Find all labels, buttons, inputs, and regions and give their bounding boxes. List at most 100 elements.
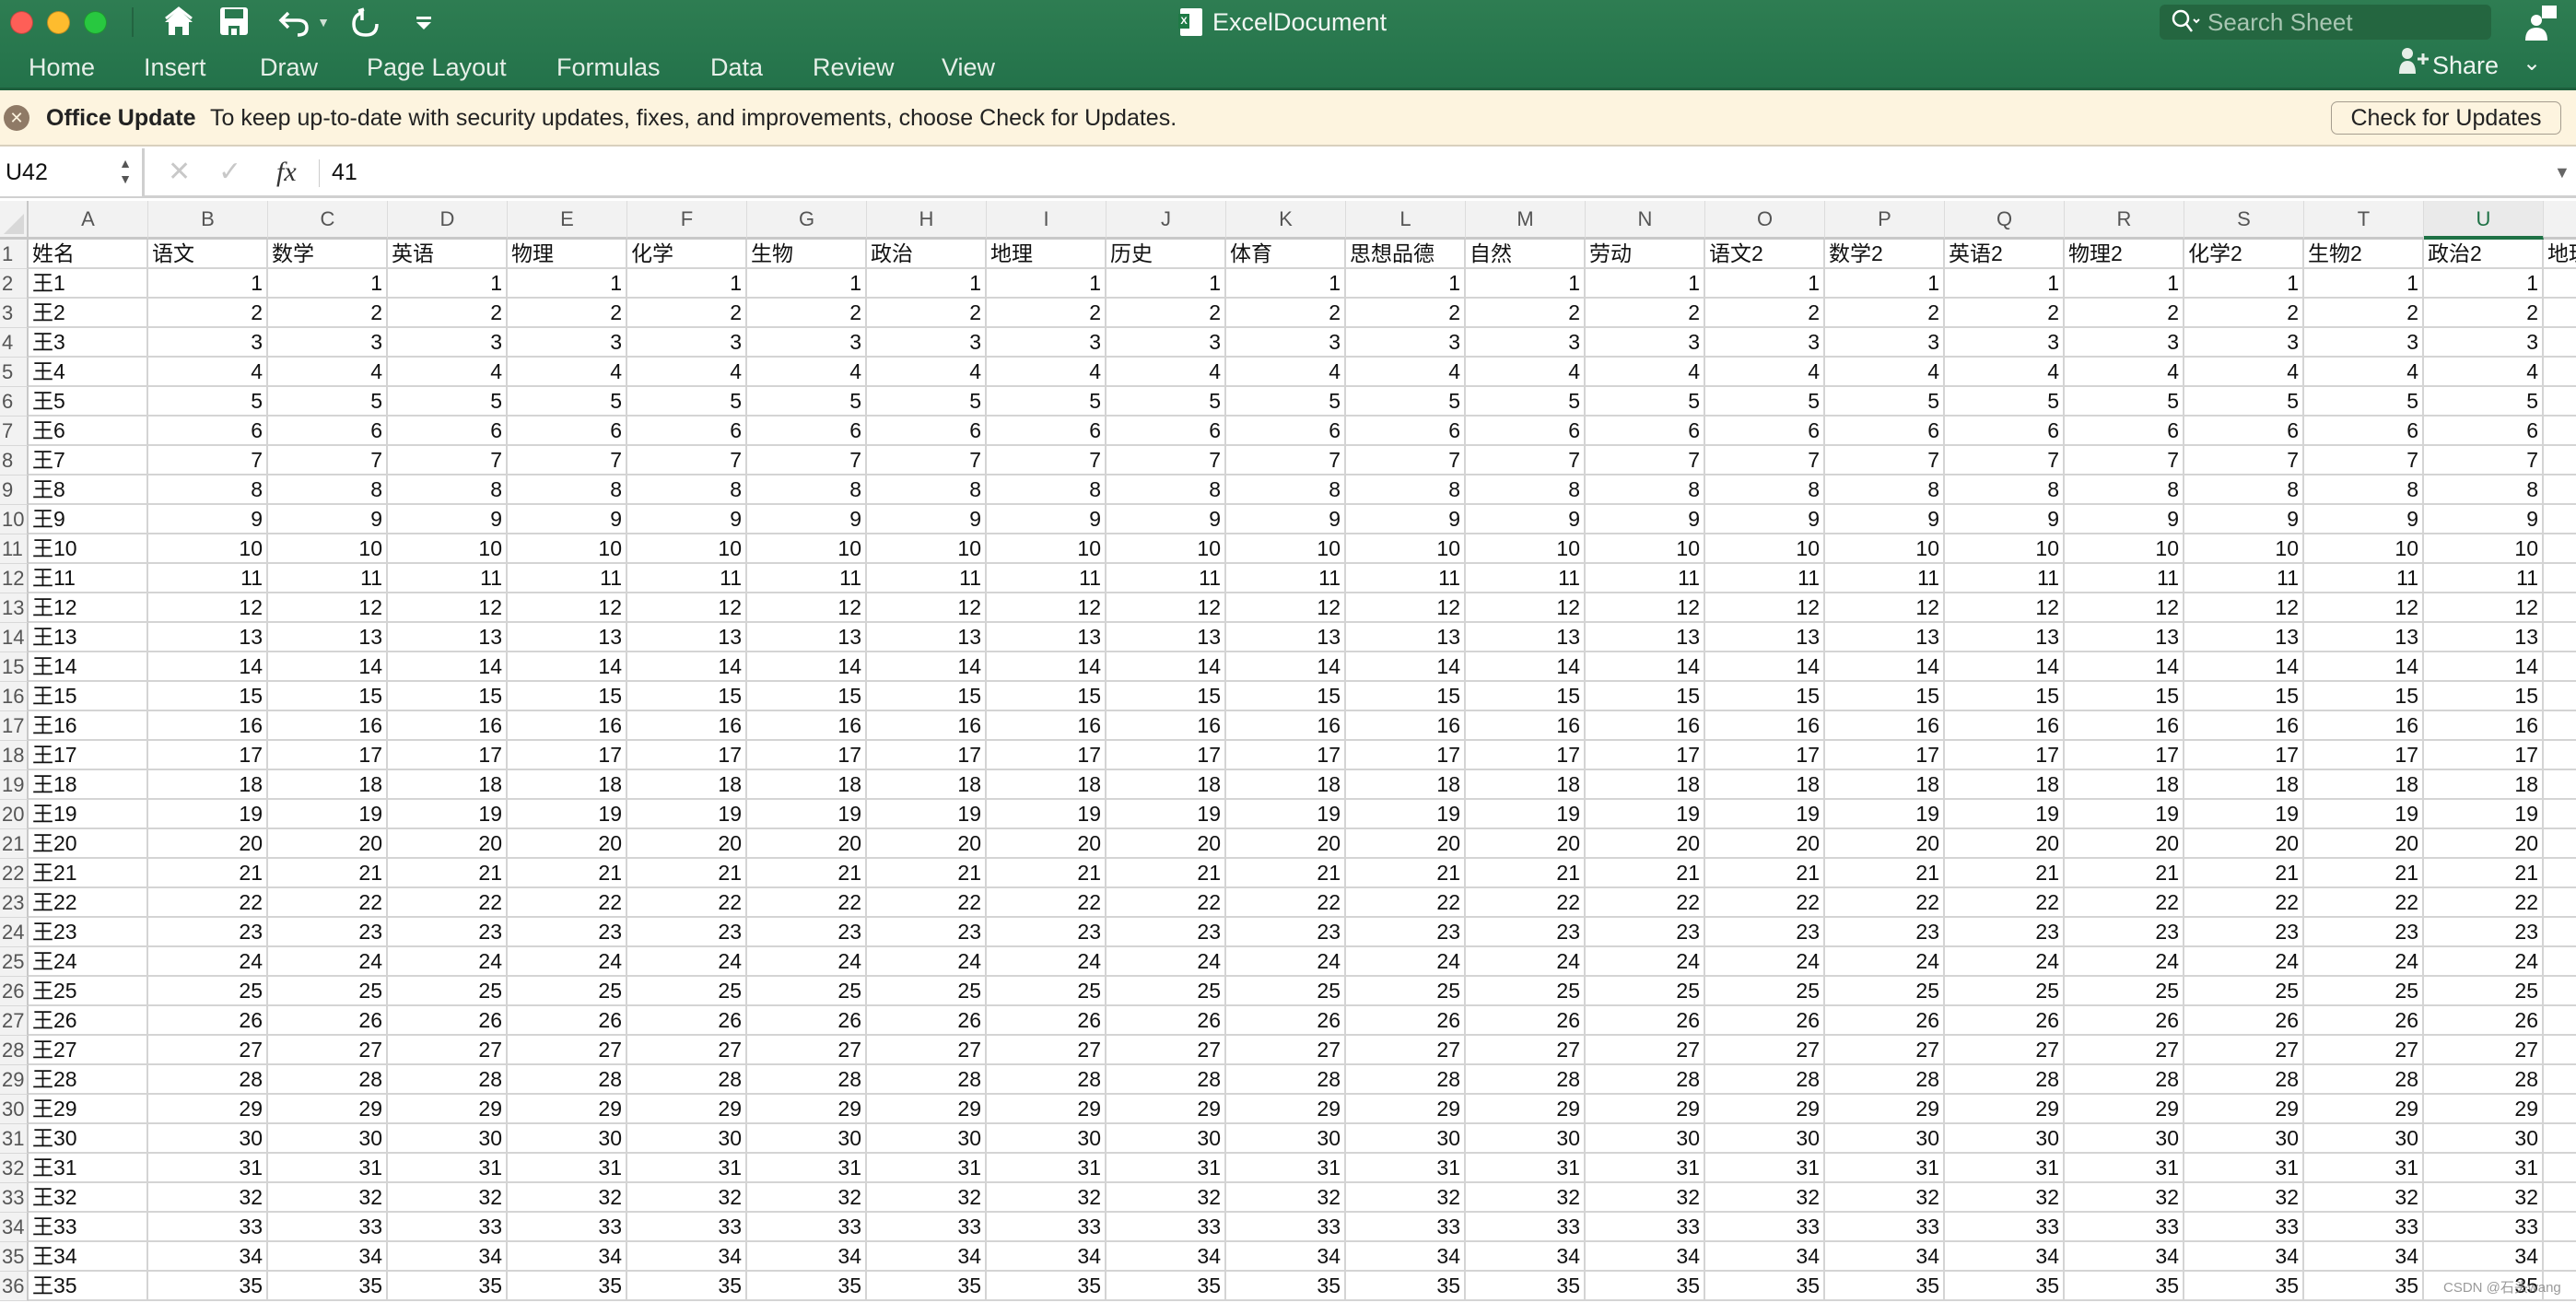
- score-cell[interactable]: 33: [1346, 1213, 1466, 1242]
- score-cell[interactable]: 11: [2184, 564, 2304, 593]
- score-cell[interactable]: 30: [508, 1124, 627, 1154]
- score-cell[interactable]: 22: [2065, 888, 2184, 918]
- score-cell[interactable]: 21: [2424, 859, 2544, 888]
- name-cell[interactable]: 王4: [29, 358, 148, 387]
- score-cell[interactable]: 29: [1945, 1095, 2065, 1124]
- score-cell[interactable]: 22: [1226, 888, 1346, 918]
- score-cell[interactable]: 20: [1346, 829, 1466, 859]
- score-cell[interactable]: 14: [2304, 652, 2424, 682]
- score-cell[interactable]: 34: [2065, 1242, 2184, 1272]
- score-cell[interactable]: 25: [987, 977, 1107, 1006]
- score-cell[interactable]: 26: [2304, 1006, 2424, 1036]
- score-cell[interactable]: 13: [987, 623, 1107, 652]
- score-cell[interactable]: 31: [1226, 1154, 1346, 1183]
- score-cell[interactable]: 23: [2184, 918, 2304, 947]
- score-cell[interactable]: 28: [2304, 1065, 2424, 1095]
- score-cell[interactable]: 14: [1107, 652, 1226, 682]
- score-cell[interactable]: 20: [2424, 829, 2544, 859]
- column-header-Q[interactable]: Q: [1945, 201, 2065, 240]
- score-cell[interactable]: 9: [1705, 505, 1825, 534]
- score-cell[interactable]: 18: [2065, 770, 2184, 800]
- score-cell[interactable]: 9: [2424, 505, 2544, 534]
- score-cell[interactable]: 31: [1107, 1154, 1226, 1183]
- score-cell[interactable]: 24: [1346, 947, 1466, 977]
- name-cell[interactable]: 王27: [29, 1036, 148, 1065]
- tab-page-layout[interactable]: Page Layout: [367, 50, 507, 85]
- score-cell[interactable]: 6: [2304, 417, 2424, 446]
- score-cell[interactable]: 29: [2544, 1095, 2576, 1124]
- score-cell[interactable]: 28: [2544, 1065, 2576, 1095]
- score-cell[interactable]: 13: [627, 623, 747, 652]
- score-cell[interactable]: 35: [1346, 1272, 1466, 1301]
- score-cell[interactable]: 18: [148, 770, 268, 800]
- score-cell[interactable]: 13: [2184, 623, 2304, 652]
- score-cell[interactable]: 9: [1945, 505, 2065, 534]
- score-cell[interactable]: 35: [867, 1272, 987, 1301]
- score-cell[interactable]: 23: [627, 918, 747, 947]
- score-cell[interactable]: 32: [987, 1183, 1107, 1213]
- score-cell[interactable]: 3: [2304, 328, 2424, 358]
- score-cell[interactable]: 14: [1705, 652, 1825, 682]
- score-cell[interactable]: 23: [2304, 918, 2424, 947]
- score-cell[interactable]: 24: [1945, 947, 2065, 977]
- score-cell[interactable]: 13: [2544, 623, 2576, 652]
- name-cell[interactable]: 王13: [29, 623, 148, 652]
- score-cell[interactable]: 13: [1705, 623, 1825, 652]
- score-cell[interactable]: 34: [1226, 1242, 1346, 1272]
- score-cell[interactable]: 9: [1107, 505, 1226, 534]
- name-cell[interactable]: 王35: [29, 1272, 148, 1301]
- header-cell[interactable]: 自然: [1466, 240, 1586, 269]
- score-cell[interactable]: 5: [867, 387, 987, 417]
- score-cell[interactable]: 14: [627, 652, 747, 682]
- score-cell[interactable]: 7: [1466, 446, 1586, 475]
- row-header[interactable]: 29: [0, 1065, 29, 1095]
- score-cell[interactable]: 29: [987, 1095, 1107, 1124]
- score-cell[interactable]: 33: [2184, 1213, 2304, 1242]
- score-cell[interactable]: 12: [1107, 593, 1226, 623]
- score-cell[interactable]: 19: [2544, 800, 2576, 829]
- column-header-V[interactable]: [2544, 201, 2576, 240]
- score-cell[interactable]: 8: [747, 475, 867, 505]
- column-header-B[interactable]: B: [148, 201, 268, 240]
- score-cell[interactable]: 14: [987, 652, 1107, 682]
- score-cell[interactable]: 4: [148, 358, 268, 387]
- score-cell[interactable]: 25: [2544, 977, 2576, 1006]
- score-cell[interactable]: 27: [627, 1036, 747, 1065]
- score-cell[interactable]: 33: [1586, 1213, 1705, 1242]
- row-header[interactable]: 4: [0, 328, 29, 358]
- score-cell[interactable]: 23: [388, 918, 508, 947]
- row-header[interactable]: 31: [0, 1124, 29, 1154]
- header-cell[interactable]: 政治: [867, 240, 987, 269]
- score-cell[interactable]: 4: [1586, 358, 1705, 387]
- score-cell[interactable]: 15: [2304, 682, 2424, 711]
- score-cell[interactable]: 35: [1466, 1272, 1586, 1301]
- search-input[interactable]: [2207, 5, 2484, 40]
- score-cell[interactable]: 27: [1945, 1036, 2065, 1065]
- tab-draw[interactable]: Draw: [260, 50, 318, 85]
- row-header[interactable]: 21: [0, 829, 29, 859]
- row-header[interactable]: 18: [0, 741, 29, 770]
- header-cell[interactable]: 思想品德: [1346, 240, 1466, 269]
- score-cell[interactable]: 9: [1346, 505, 1466, 534]
- score-cell[interactable]: 29: [388, 1095, 508, 1124]
- score-cell[interactable]: 29: [1466, 1095, 1586, 1124]
- column-header-U[interactable]: U: [2424, 201, 2544, 240]
- score-cell[interactable]: 14: [2065, 652, 2184, 682]
- score-cell[interactable]: 29: [1705, 1095, 1825, 1124]
- score-cell[interactable]: 11: [1825, 564, 1945, 593]
- score-cell[interactable]: 24: [1226, 947, 1346, 977]
- score-cell[interactable]: 10: [1107, 534, 1226, 564]
- score-cell[interactable]: 26: [1466, 1006, 1586, 1036]
- score-cell[interactable]: 7: [268, 446, 388, 475]
- tab-formulas[interactable]: Formulas: [556, 50, 661, 85]
- score-cell[interactable]: 24: [867, 947, 987, 977]
- score-cell[interactable]: 20: [508, 829, 627, 859]
- score-cell[interactable]: 18: [867, 770, 987, 800]
- score-cell[interactable]: 7: [2065, 446, 2184, 475]
- select-all-button[interactable]: [0, 201, 29, 240]
- score-cell[interactable]: 12: [1586, 593, 1705, 623]
- score-cell[interactable]: 11: [2544, 564, 2576, 593]
- score-cell[interactable]: 19: [2304, 800, 2424, 829]
- score-cell[interactable]: 24: [2424, 947, 2544, 977]
- score-cell[interactable]: 19: [388, 800, 508, 829]
